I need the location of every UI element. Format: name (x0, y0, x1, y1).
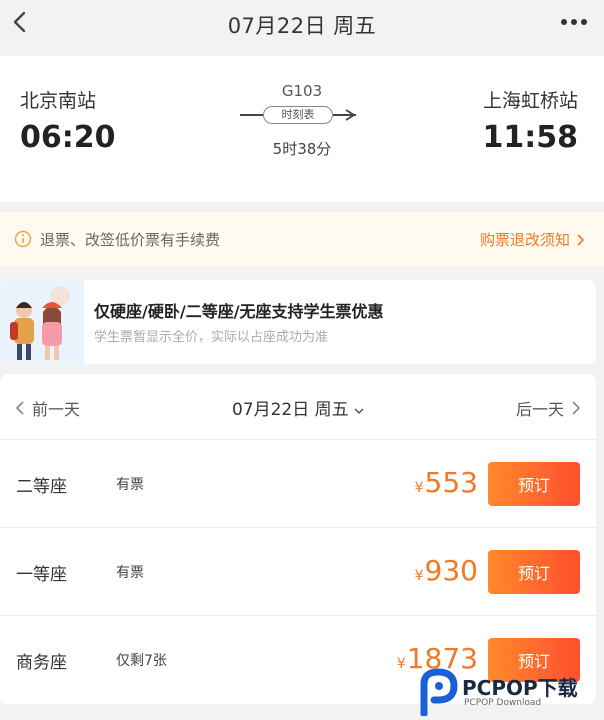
students-illustration (0, 280, 84, 364)
notice-text: 退票、改签低价票有手续费 (40, 231, 221, 249)
chevron-right-icon (577, 233, 584, 246)
info-circle-icon (14, 230, 32, 248)
arrow-right-icon (345, 109, 356, 121)
seat-price: ¥ 553 (415, 466, 478, 499)
top-bar: 07月22日 周五 (0, 0, 604, 48)
page-title: 07月22日 周五 (227, 14, 377, 38)
next-day-button[interactable]: 后一天 (516, 396, 580, 420)
seat-availability: 有票 (116, 477, 144, 493)
book-button-first-class[interactable]: 预订 (488, 550, 580, 594)
train-info-card: 北京南站 上海虹桥站 06:20 11:58 G103 时刻表 5时38分 (0, 56, 604, 202)
seat-availability: 有票 (116, 565, 144, 581)
schedule-button[interactable]: 时刻表 (263, 106, 333, 124)
seat-row-second-class: 二等座 有票 ¥ 553 预订 (0, 440, 596, 528)
chevron-right-icon (572, 401, 580, 415)
refund-notice-bar: 退票、改签低价票有手续费 购票退改须知 (0, 212, 604, 266)
currency-symbol: ¥ (414, 568, 424, 584)
ticket-panel: 前一天 07月22日 周五 后一天 二等座 有票 ¥ 553 预订 一等座 有票… (0, 374, 596, 704)
more-dots-icon (561, 19, 587, 25)
student-banner-subtitle: 学生票暂显示全价，实际以占座成功为准 (94, 330, 329, 345)
watermark-title: PCPOP下载 (462, 676, 578, 700)
next-day-label: 后一天 (515, 400, 564, 419)
date-navigator: 前一天 07月22日 周五 后一天 (0, 374, 596, 440)
price-value: 553 (424, 466, 478, 499)
train-number: G103 (281, 82, 323, 100)
pcpop-logo-icon (420, 668, 458, 716)
currency-symbol: ¥ (396, 656, 406, 672)
price-value: 930 (424, 554, 478, 587)
student-ticket-banner[interactable]: 仅硬座/硬卧/二等座/无座支持学生票优惠 学生票暂显示全价，实际以占座成功为准 (0, 280, 596, 364)
chevron-down-icon (354, 408, 364, 415)
current-date-selector[interactable]: 07月22日 周五 (0, 395, 596, 420)
seat-price: ¥ 930 (415, 554, 478, 587)
seat-class-name: 商务座 (16, 653, 67, 673)
student-banner-title: 仅硬座/硬卧/二等座/无座支持学生票优惠 (94, 302, 384, 321)
currency-symbol: ¥ (414, 480, 424, 496)
refund-rules-label: 购票退改须知 (479, 231, 570, 249)
current-date-label: 07月22日 周五 (231, 400, 349, 420)
watermark-subtitle: PCPOP Download (464, 698, 542, 708)
seat-class-name: 一等座 (16, 565, 67, 585)
trip-duration: 5时38分 (272, 140, 332, 158)
book-button-second-class[interactable]: 预订 (488, 462, 580, 506)
seat-class-name: 二等座 (16, 477, 67, 497)
more-button[interactable] (558, 12, 590, 32)
seat-availability: 仅剩7张 (116, 653, 167, 669)
seat-row-first-class: 一等座 有票 ¥ 930 预订 (0, 528, 596, 616)
refund-rules-link[interactable]: 购票退改须知 (480, 229, 584, 250)
pcpop-watermark: PCPOP下载 PCPOP Download (418, 666, 604, 720)
